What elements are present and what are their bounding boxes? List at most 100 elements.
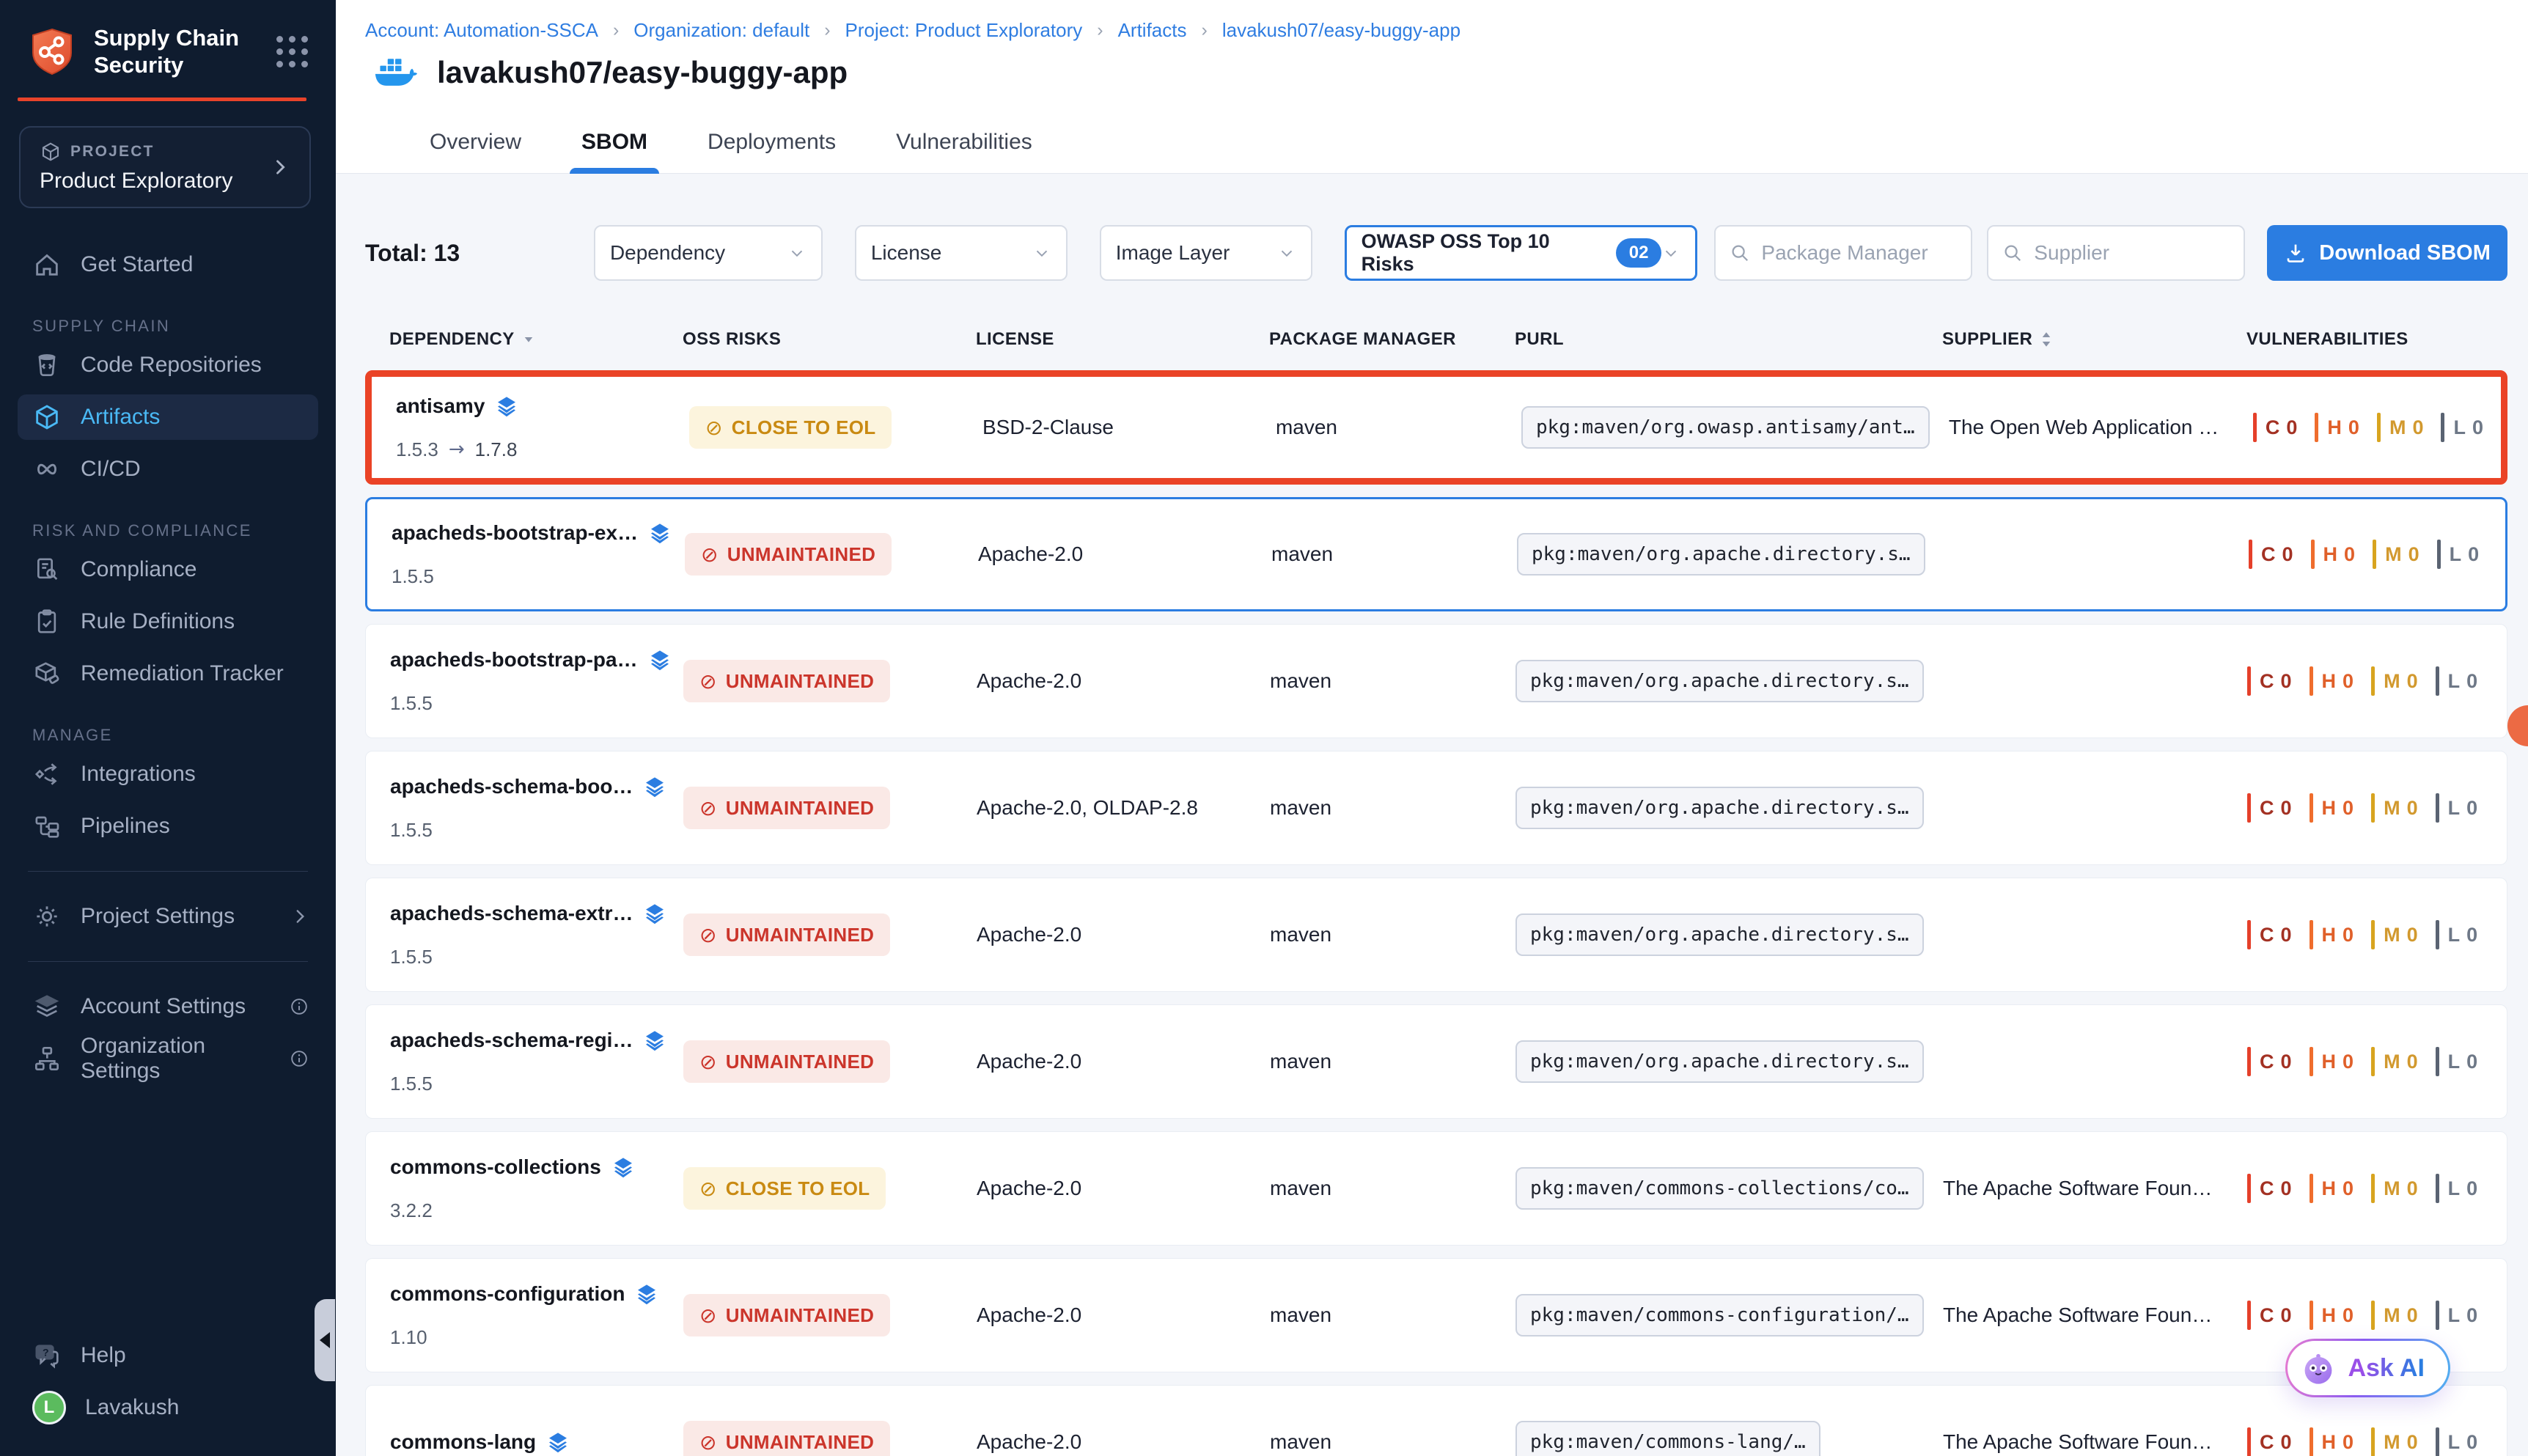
breadcrumb-project[interactable]: Project: Product Exploratory [845, 19, 1083, 42]
sidebar-item-artifacts[interactable]: Artifacts [18, 394, 318, 440]
app-switcher-icon[interactable] [276, 36, 308, 67]
severity-high: H0 [2310, 1427, 2354, 1456]
table-row[interactable]: apacheds-bootstrap-pa…1.5.5⊘UNMAINTAINED… [365, 624, 2507, 738]
sidebar-item-rule-definitions[interactable]: Rule Definitions [18, 599, 318, 644]
severity-letter: H [2322, 1431, 2337, 1454]
table-row[interactable]: apacheds-bootstrap-ex…1.5.5⊘UNMAINTAINED… [365, 497, 2507, 611]
license-filter-dropdown[interactable]: License [855, 225, 1068, 281]
purl-pill[interactable]: pkg:maven/org.apache.directory.s… [1515, 1040, 1924, 1083]
supplier-input[interactable] [2034, 241, 2217, 265]
pipelines-icon [32, 812, 62, 841]
sidebar-item-organization-settings[interactable]: Organization Settings [18, 1036, 318, 1081]
severity-critical: C0 [2249, 540, 2293, 569]
sidebar-collapse-handle[interactable] [315, 1299, 335, 1381]
tab-overview[interactable]: Overview [418, 115, 533, 174]
prohibited-icon: ⊘ [699, 1050, 717, 1074]
severity-medium: M0 [2371, 666, 2418, 696]
package-manager-search [1714, 225, 1972, 281]
column-header-dependency[interactable]: DEPENDENCY [389, 329, 683, 350]
severity-bar [2371, 920, 2375, 949]
download-sbom-button[interactable]: Download SBOM [2267, 225, 2507, 281]
purl-pill[interactable]: pkg:maven/commons-configuration/… [1515, 1294, 1924, 1336]
severity-bar [2247, 1301, 2251, 1330]
ask-ai-button[interactable]: Ask AI [2285, 1339, 2450, 1397]
chevron-down-icon [1032, 243, 1051, 262]
project-selector[interactable]: PROJECT Product Exploratory [19, 126, 311, 208]
table-row[interactable]: apacheds-schema-boo…1.5.5⊘UNMAINTAINEDAp… [365, 751, 2507, 865]
dependency-filter-dropdown[interactable]: Dependency [594, 225, 823, 281]
sidebar-item-compliance[interactable]: Compliance [18, 547, 318, 592]
sidebar-item-cicd[interactable]: CI/CD [18, 446, 318, 492]
license-cell: BSD-2-Clause [982, 416, 1276, 439]
package-manager-input[interactable] [1761, 241, 1944, 265]
info-icon[interactable] [289, 1048, 309, 1069]
user-menu[interactable]: L Lavakush [18, 1385, 318, 1430]
severity-critical: C0 [2253, 413, 2298, 442]
severity-letter: C [2260, 1304, 2274, 1327]
purl-pill[interactable]: pkg:maven/org.apache.directory.s… [1517, 533, 1925, 576]
severity-bar [2436, 920, 2439, 949]
table-row[interactable]: commons-lang⊘UNMAINTAINEDApache-2.0maven… [365, 1385, 2507, 1456]
breadcrumb-organization[interactable]: Organization: default [633, 19, 809, 42]
infinity-icon [32, 455, 62, 484]
column-header-supplier[interactable]: SUPPLIER [1942, 329, 2246, 350]
severity-high: H0 [2310, 793, 2354, 823]
table-row[interactable]: apacheds-schema-extr…1.5.5⊘UNMAINTAINEDA… [365, 878, 2507, 992]
tab-sbom[interactable]: SBOM [570, 115, 659, 174]
sidebar-item-help[interactable]: ? Help [18, 1333, 318, 1378]
purl-pill[interactable]: pkg:maven/commons-lang/… [1515, 1421, 1820, 1456]
sort-both-icon [2040, 330, 2053, 349]
dependency-cell: apacheds-schema-regi…1.5.5 [390, 1029, 683, 1095]
purl-pill[interactable]: pkg:maven/org.owasp.antisamy/ant… [1521, 406, 1930, 449]
vulnerabilities-cell: C0H0M0L0 [2247, 793, 2507, 823]
severity-count: 0 [2408, 543, 2419, 566]
severity-letter: L [2448, 797, 2461, 820]
table-row[interactable]: commons-collections3.2.2⊘CLOSE TO EOLApa… [365, 1131, 2507, 1246]
severity-bar [2310, 1047, 2313, 1076]
owasp-risks-filter-dropdown[interactable]: OWASP OSS Top 10 Risks 02 [1345, 225, 1698, 281]
table-row[interactable]: antisamy1.5.3→1.7.8⊘CLOSE TO EOLBSD-2-Cl… [365, 370, 2507, 485]
breadcrumb-artifacts[interactable]: Artifacts [1118, 19, 1187, 42]
purl-pill[interactable]: pkg:maven/org.apache.directory.s… [1515, 913, 1924, 956]
sidebar-item-get-started[interactable]: Get Started [18, 242, 318, 287]
severity-bar [2315, 413, 2318, 442]
purl-pill[interactable]: pkg:maven/org.apache.directory.s… [1515, 660, 1924, 702]
severity-critical: C0 [2247, 1427, 2292, 1456]
info-icon[interactable] [289, 996, 309, 1017]
severity-low: L0 [2436, 793, 2478, 823]
tab-deployments[interactable]: Deployments [696, 115, 848, 174]
severity-medium: M0 [2371, 1301, 2418, 1330]
dependency-name: apacheds-bootstrap-pa… [390, 648, 638, 672]
sidebar-item-account-settings[interactable]: Account Settings [18, 984, 318, 1029]
purl-cell: pkg:maven/commons-configuration/… [1515, 1304, 1943, 1326]
package-manager-value: maven [1270, 1177, 1331, 1199]
severity-count: 0 [2466, 797, 2477, 820]
severity-count: 0 [2281, 924, 2292, 946]
breadcrumb-current[interactable]: lavakush07/easy-buggy-app [1222, 19, 1460, 42]
collapse-arrow-icon [320, 1332, 330, 1348]
sidebar-item-pipelines[interactable]: Pipelines [18, 804, 318, 849]
breadcrumb-account[interactable]: Account: Automation-SSCA [365, 19, 598, 42]
severity-bar [2436, 1301, 2439, 1330]
table-row[interactable]: commons-configuration1.10⊘UNMAINTAINEDAp… [365, 1258, 2507, 1372]
dependency-version: 1.5.5 [390, 1073, 683, 1095]
severity-medium: M0 [2371, 1174, 2418, 1203]
table-row[interactable]: apacheds-schema-regi…1.5.5⊘UNMAINTAINEDA… [365, 1004, 2507, 1119]
image-layer-filter-dropdown[interactable]: Image Layer [1100, 225, 1312, 281]
sbom-table-body: antisamy1.5.3→1.7.8⊘CLOSE TO EOLBSD-2-Cl… [365, 370, 2507, 1456]
sidebar-item-code-repositories[interactable]: Code Repositories [18, 342, 318, 388]
prohibited-icon: ⊘ [699, 796, 717, 820]
purl-pill[interactable]: pkg:maven/commons-collections/co… [1515, 1167, 1924, 1210]
sidebar-item-remediation-tracker[interactable]: Remediation Tracker [18, 651, 318, 696]
dependency-version: 1.5.5 [390, 692, 683, 715]
vulnerabilities-cell: C0H0M0L0 [2247, 920, 2507, 949]
supplier-value: The Open Web Application … [1949, 416, 2219, 438]
package-manager-value: maven [1270, 669, 1331, 692]
purl-pill[interactable]: pkg:maven/org.apache.directory.s… [1515, 787, 1924, 829]
oss-risks-cell: ⊘UNMAINTAINED [683, 1421, 977, 1456]
page-title: lavakush07/easy-buggy-app [437, 55, 848, 90]
sidebar-item-integrations[interactable]: Integrations [18, 751, 318, 797]
tab-vulnerabilities[interactable]: Vulnerabilities [884, 115, 1044, 174]
main-area: Account: Automation-SSCA› Organization: … [336, 0, 2528, 1456]
sidebar-item-project-settings[interactable]: Project Settings [18, 894, 318, 939]
